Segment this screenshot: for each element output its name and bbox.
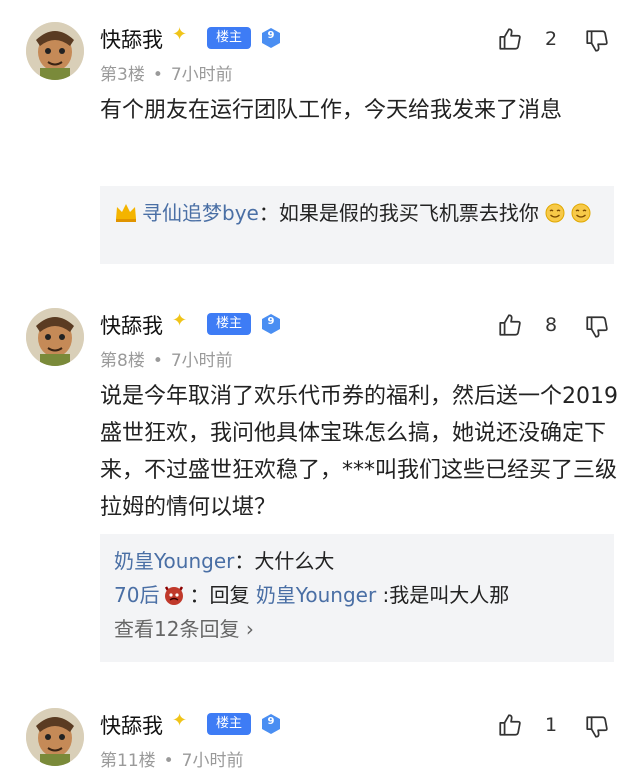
avatar[interactable]	[26, 308, 84, 366]
reply-text: 大什么大	[254, 549, 335, 573]
post-time: 7小时前	[170, 65, 233, 85]
meta-dot: •	[163, 751, 174, 771]
post-meta: 第8楼 • 7小时前	[100, 346, 233, 371]
post-meta: 第11楼 • 7小时前	[100, 746, 244, 771]
reply-separator: ：	[189, 583, 210, 607]
reply-box[interactable]: 寻仙追梦bye：如果是假的我买飞机票去找你	[100, 186, 614, 264]
floor-number: 第3楼	[100, 65, 145, 85]
crown-icon	[114, 199, 138, 222]
op-badge: 楼主	[207, 27, 252, 49]
op-badge: 楼主	[207, 313, 252, 335]
floor-number: 第11楼	[100, 751, 156, 771]
username[interactable]: 快舔我	[100, 310, 163, 340]
floor-number: 第8楼	[100, 351, 145, 371]
reply-prefix: 回复	[209, 583, 256, 607]
level-gem-icon: 9	[260, 713, 282, 735]
sparkle-icon: ✦	[172, 710, 188, 731]
chevron-right-icon: ›	[245, 617, 254, 641]
post-time: 7小时前	[170, 351, 233, 371]
comment-text: 有个朋友在运行团队工作，今天给我发来了消息	[100, 98, 563, 123]
comment-floor-3: 快舔我 ✦ 楼主 9 第3楼 • 7小时前 2 有个朋友在运行团队工作，今天给我发来…	[0, 22, 640, 272]
like-count: 8	[545, 314, 558, 336]
reply-separator: ：	[234, 549, 255, 573]
thumbs-up-icon[interactable]	[497, 712, 523, 738]
thumbs-up-icon[interactable]	[497, 26, 523, 52]
reply-text: :我是叫大人那	[376, 583, 510, 607]
comment-text: 说是今年取消了欢乐代币券的福利，然后送一个2019盛世狂欢，我问他具体宝珠怎么搞…	[100, 384, 618, 520]
thumbs-up-icon[interactable]	[497, 312, 523, 338]
username[interactable]: 快舔我	[100, 710, 163, 740]
sparkle-icon: ✦	[172, 310, 188, 331]
comment-floor-11: 快舔我 ✦ 楼主 9 第11楼 • 7小时前 1	[0, 708, 640, 774]
view-more-replies-label: 查看12条回复	[114, 617, 240, 641]
like-count: 2	[545, 28, 558, 50]
reply-text: 如果是假的我买飞机票去找你	[278, 201, 539, 225]
reply-author[interactable]: 寻仙追梦bye	[142, 201, 259, 225]
reply-author[interactable]: 70后	[114, 583, 159, 607]
level-number: 9	[267, 316, 275, 327]
thumbs-down-icon[interactable]	[584, 314, 610, 340]
meta-dot: •	[152, 65, 163, 85]
op-badge: 楼主	[207, 713, 252, 735]
reply-box[interactable]: 奶皇Younger：大什么大 70后 ：回复 奶皇Younger :我是叫大人那 …	[100, 534, 614, 662]
comment-floor-8: 快舔我 ✦ 楼主 9 第8楼 • 7小时前 8 说是今年取消了欢乐代币券的福利，然后…	[0, 308, 640, 668]
post-time: 7小时前	[181, 751, 244, 771]
level-gem-icon: 9	[260, 313, 282, 335]
devil-emoji-icon	[163, 582, 185, 605]
username[interactable]: 快舔我	[100, 24, 163, 54]
thumbs-down-icon[interactable]	[584, 28, 610, 54]
meta-dot: •	[152, 351, 163, 371]
reply-line: 70后 ：回复 奶皇Younger :我是叫大人那	[114, 578, 600, 612]
reply-separator: ：	[258, 201, 279, 225]
sparkle-icon: ✦	[172, 24, 188, 45]
smile-emoji-icon	[545, 199, 565, 223]
level-gem-icon: 9	[260, 27, 282, 49]
reply-line: 奶皇Younger：大什么大	[114, 544, 600, 578]
like-count: 1	[545, 714, 558, 736]
avatar[interactable]	[26, 22, 84, 80]
reply-author[interactable]: 奶皇Younger	[114, 549, 234, 573]
avatar[interactable]	[26, 708, 84, 766]
post-meta: 第3楼 • 7小时前	[100, 60, 233, 85]
view-more-replies-link[interactable]: 查看12条回复 ›	[114, 612, 600, 646]
level-number: 9	[267, 716, 275, 727]
reply-target[interactable]: 奶皇Younger	[256, 583, 376, 607]
level-number: 9	[267, 30, 275, 41]
thumbs-down-icon[interactable]	[584, 714, 610, 740]
smile-emoji-icon	[571, 199, 591, 223]
